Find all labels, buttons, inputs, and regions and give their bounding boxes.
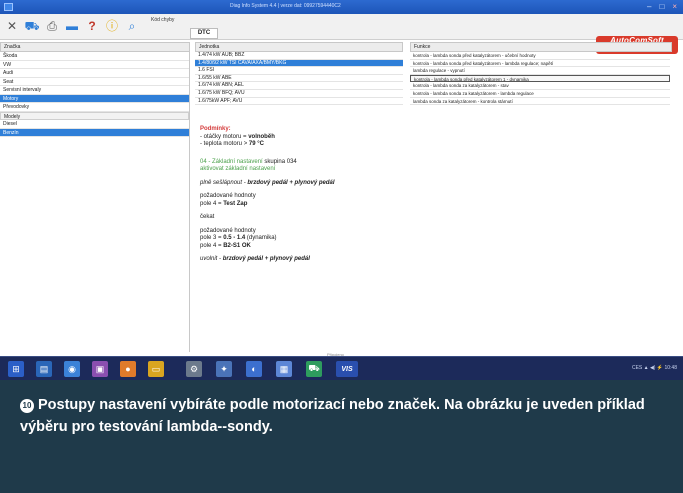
brand-list-row[interactable]: VW xyxy=(0,61,189,69)
title-bar: Diag Info System 4.4 | verze dat: 099275… xyxy=(0,0,683,14)
brand-column-header[interactable]: Značka xyxy=(0,42,190,52)
browser-icon[interactable]: ◉ xyxy=(64,361,80,377)
basic-setting-sub: aktivovat základní nastavení xyxy=(200,166,276,172)
unit-list-row[interactable]: 1.6/75 kW BFQ; AVU xyxy=(195,90,403,98)
required-values-1: požadované hodnoty xyxy=(200,193,256,199)
unit-list-row[interactable]: 1.4/74 kW AUB; BBZ xyxy=(195,52,403,60)
system-tray[interactable]: CES ▲ ◀) ⚡ 10:48 xyxy=(632,365,677,371)
app-screen: Diag Info System 4.4 | verze dat: 099275… xyxy=(0,0,683,380)
photos-icon[interactable]: ▣ xyxy=(92,361,108,377)
conditions-title: Podmínky: xyxy=(200,126,231,132)
caption-text: Postupy nastavení vybíráte podle motoriz… xyxy=(20,397,645,435)
brand-list-row[interactable]: Škoda xyxy=(0,52,189,61)
close-button[interactable]: × xyxy=(672,1,677,12)
function-list-row[interactable]: kontrola - lambda sonda před katalyzátor… xyxy=(410,74,670,83)
minimize-button[interactable]: – xyxy=(647,1,651,12)
unit-list-row[interactable]: 1.6/75kW APF; AVU xyxy=(195,98,403,106)
required-values-2: požadované hodnoty xyxy=(200,227,256,234)
procedure-detail: Podmínky: - otáčky motoru = volnoběh - t… xyxy=(200,126,670,350)
unit-list-row[interactable]: 1.4/80/92 kW TSI CAVA/AXA/BMY/BKG xyxy=(195,59,403,68)
brand-list-row[interactable]: Převodovky xyxy=(0,103,189,112)
model-list-row[interactable]: Benzín xyxy=(0,128,189,137)
brand-list-row[interactable]: Servisní intervaly xyxy=(0,86,189,95)
help-icon[interactable]: ? xyxy=(84,18,100,34)
error-code-label: Kód chyby xyxy=(151,17,175,23)
condition-rpm: - otáčky motoru = volnoběh xyxy=(200,133,275,140)
settings-icon[interactable]: ⚙ xyxy=(186,361,202,377)
maximize-button[interactable]: □ xyxy=(659,1,664,12)
function-list-row[interactable]: lambda regulace - vypnutí xyxy=(410,67,670,75)
windows-icon[interactable]: ⊞ xyxy=(8,361,24,377)
unit-list-row[interactable]: 1.6/74 kW ABN; AEL xyxy=(195,82,403,90)
unit-list-row[interactable]: 1.6 FSI xyxy=(195,67,403,75)
tools-icon[interactable]: ✕ xyxy=(4,18,20,34)
model-list-row[interactable]: Diesel xyxy=(0,120,189,129)
function-list: kontrola - lambda sonda před katalyzátor… xyxy=(410,52,670,122)
unit-column-header[interactable]: Jednotka xyxy=(195,42,403,52)
car-diag-icon[interactable]: ⛟ xyxy=(306,361,322,377)
taskbar: ⊞ ▤ ◉ ▣ ● ▭ ⚙ ✦ ◐ ▦ ⛟ VIS CES ▲ ◀) ⚡ 10:… xyxy=(0,356,683,380)
brand-list-row[interactable]: Audi xyxy=(0,69,189,78)
info-icon[interactable]: ⓘ xyxy=(104,18,120,34)
tool-icon[interactable]: ✦ xyxy=(216,361,232,377)
vis-icon[interactable]: VIS xyxy=(336,361,358,377)
brand-list-row[interactable]: Seat xyxy=(0,78,189,86)
function-column-header[interactable]: Funkce xyxy=(410,42,672,52)
dtc-field[interactable]: DTC xyxy=(190,28,218,39)
window-title: Diag Info System 4.4 | verze dat: 099275… xyxy=(230,3,341,9)
required-field-4b: pole 4 = B2-S1 OK xyxy=(200,242,251,249)
release-pedals: uvolnit - brzdový pedál + plynový pedál xyxy=(200,256,310,262)
wait-step: čekat xyxy=(200,214,215,220)
function-list-row[interactable]: kontrola - lambda sonda před katalyzátor… xyxy=(410,52,670,60)
car-icon[interactable]: ⛟ xyxy=(24,18,40,34)
models-group-header[interactable]: Modely xyxy=(0,111,189,120)
search-icon[interactable]: ⌕ xyxy=(124,18,140,34)
printer-icon[interactable]: ⎙ xyxy=(44,18,60,34)
required-field-3: pole 3 = 0.5 - 1.4 (dynamika) xyxy=(200,235,277,241)
calendar-icon[interactable]: ▦ xyxy=(276,361,292,377)
caption-number: 10 xyxy=(20,399,34,413)
unit-list-row[interactable]: 1.6/55 kW ABE xyxy=(195,75,403,83)
function-list-row[interactable]: lambda sonda za katalyzátorem - kontrola… xyxy=(410,98,670,106)
caption: 10 Postupy nastavení vybíráte podle motor… xyxy=(0,380,683,493)
basic-setting: 04 - Základní nastavení skupina 034 xyxy=(200,158,297,165)
app-icon xyxy=(4,3,13,11)
press-pedals: plně sešlápnout - brzdový pedál + plynov… xyxy=(200,179,335,186)
condition-temp: - teplota motoru > 79 °C xyxy=(200,141,264,147)
folder-icon[interactable]: ▭ xyxy=(148,361,164,377)
required-field-4: pole 4 = Test Zap xyxy=(200,200,248,207)
function-list-row[interactable]: kontrola - lambda sonda za katalyzátorem… xyxy=(410,90,670,98)
toolbar: ✕ ⛟ ⎙ ▬ ? ⓘ ⌕ Kód chyby DTC AutoComSoft … xyxy=(0,14,683,54)
function-list-row[interactable]: kontrola - lambda sonda před katalyzátor… xyxy=(410,60,670,68)
card-icon[interactable]: ▬ xyxy=(64,18,80,34)
media-icon[interactable]: ◐ xyxy=(246,361,262,377)
firefox-icon[interactable]: ● xyxy=(120,361,136,377)
function-list-row[interactable]: kontrola - lambda sonda za katalyzátorem… xyxy=(410,82,670,90)
unit-list: 1.4/74 kW AUB; BBZ 1.4/80/92 kW TSI CAVA/… xyxy=(195,52,403,122)
brand-list: Škoda VW Audi Seat Servisní intervaly Motory P… xyxy=(0,52,190,352)
brand-list-row[interactable]: Motory xyxy=(0,94,189,103)
explorer-icon[interactable]: ▤ xyxy=(36,361,52,377)
